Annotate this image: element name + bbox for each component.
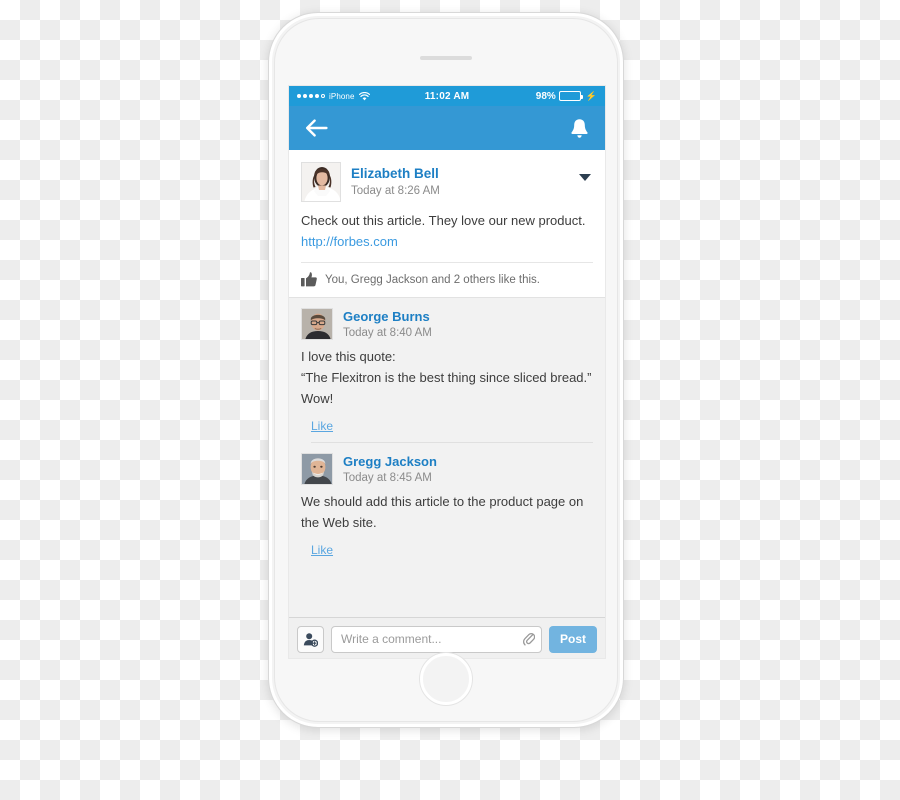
post-header: Elizabeth Bell Today at 8:26 AM: [301, 162, 593, 202]
comment-header: Gregg Jackson Today at 8:45 AM: [301, 453, 593, 486]
paperclip-icon[interactable]: [522, 632, 536, 647]
avatar-george-burns[interactable]: [301, 308, 333, 341]
comment-item: George Burns Today at 8:40 AM I love thi…: [289, 298, 605, 444]
bell-icon[interactable]: [570, 118, 589, 139]
comment-item: Gregg Jackson Today at 8:45 AM We should…: [289, 443, 605, 567]
comment-text: I love this quote: “The Flexitron is the…: [301, 349, 592, 407]
earpiece-speaker: [420, 56, 472, 60]
comment-like-link[interactable]: Like: [301, 417, 333, 442]
comment-author-meta: Gregg Jackson Today at 8:45 AM: [343, 453, 437, 484]
post-text: Check out this article. They love our ne…: [301, 202, 593, 262]
comment-input[interactable]: [341, 632, 522, 646]
post-comment-button[interactable]: Post: [548, 625, 597, 653]
back-arrow-icon[interactable]: [305, 119, 329, 137]
post-link[interactable]: http://forbes.com: [301, 234, 398, 249]
home-button[interactable]: [420, 653, 472, 705]
comment-author-name[interactable]: Gregg Jackson: [343, 454, 437, 470]
carrier-label: iPhone: [329, 91, 355, 101]
battery-icon: [558, 91, 583, 101]
lightning-bolt-icon: ⚡: [585, 90, 597, 101]
avatar-gregg-jackson[interactable]: [301, 453, 333, 486]
comment-author-meta: George Burns Today at 8:40 AM: [343, 308, 432, 339]
wifi-icon: [358, 91, 370, 101]
post-text-body: Check out this article. They love our ne…: [301, 213, 586, 228]
comment-timestamp: Today at 8:40 AM: [343, 327, 432, 340]
signal-strength-icon: [297, 94, 325, 98]
comment-text: We should add this article to the produc…: [301, 494, 584, 531]
post-timestamp: Today at 8:26 AM: [351, 184, 440, 197]
phone-screen: iPhone 11:02 AM 98% ⚡ Elizabeth Bell Tod…: [288, 85, 606, 659]
status-bar-right: 98% ⚡: [536, 91, 597, 102]
navigation-bar: [289, 106, 605, 150]
status-bar-left: iPhone: [297, 92, 370, 101]
comment-author-name[interactable]: George Burns: [343, 309, 432, 325]
phone-device: iPhone 11:02 AM 98% ⚡ Elizabeth Bell Tod…: [268, 12, 624, 728]
post-likes-bar: You, Gregg Jackson and 2 others like thi…: [301, 262, 593, 297]
chevron-down-icon[interactable]: [579, 174, 591, 181]
post-card: Elizabeth Bell Today at 8:26 AM Check ou…: [289, 150, 605, 299]
status-bar-clock: 11:02 AM: [424, 90, 470, 102]
post-author-name[interactable]: Elizabeth Bell: [351, 166, 440, 183]
post-likes-text[interactable]: You, Gregg Jackson and 2 others like thi…: [325, 274, 540, 286]
comment-input-wrapper[interactable]: [331, 625, 542, 653]
thumbs-up-icon: [301, 272, 317, 287]
comment-timestamp: Today at 8:45 AM: [343, 472, 432, 485]
comment-header: George Burns Today at 8:40 AM: [301, 308, 593, 341]
add-person-icon[interactable]: [297, 625, 324, 653]
status-bar: iPhone 11:02 AM 98% ⚡: [289, 86, 605, 106]
comment-like-link[interactable]: Like: [301, 541, 333, 566]
screenshot-canvas: iPhone 11:02 AM 98% ⚡ Elizabeth Bell Tod…: [0, 0, 900, 800]
avatar-elizabeth-bell[interactable]: [301, 162, 341, 202]
feed-scroll-area[interactable]: Elizabeth Bell Today at 8:26 AM Check ou…: [289, 150, 605, 617]
post-author-meta: Elizabeth Bell Today at 8:26 AM: [351, 162, 440, 197]
battery-percent-label: 98%: [535, 90, 556, 102]
